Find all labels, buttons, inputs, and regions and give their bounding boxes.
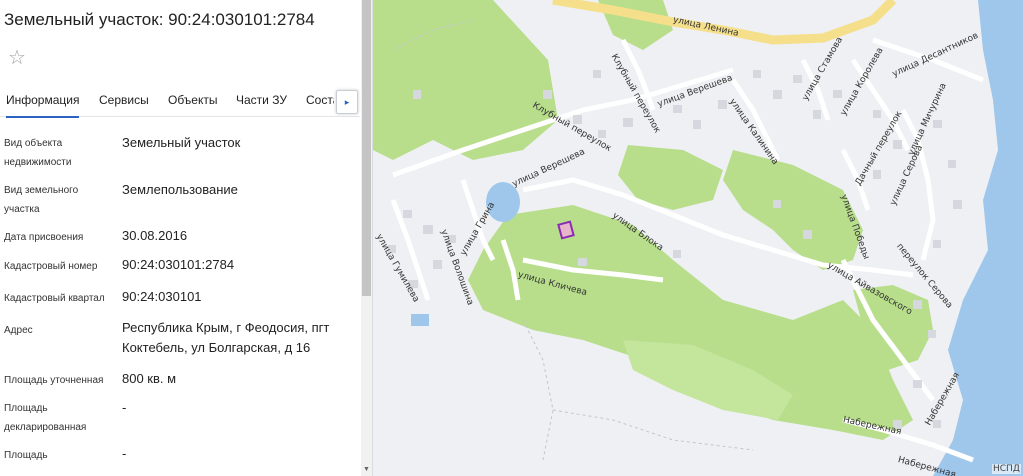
selected-parcel [557, 220, 575, 240]
tabs-next-arrow-icon[interactable]: ▸ [336, 90, 358, 114]
field-label-area: Площадь [4, 450, 48, 461]
field-value-cadastral-number: 90:24:030101:2784 [122, 257, 235, 272]
field-value-area: - [122, 446, 127, 461]
favorite-star-icon[interactable]: ☆ [8, 48, 26, 68]
field-label-land-type: Вид земельного участка [4, 185, 79, 215]
tab-objects[interactable]: Объекты [168, 93, 218, 107]
field-label-object-type: Вид объекта недвижимости [4, 138, 72, 168]
field-value-cadastral-quarter: 90:24:030101 [122, 289, 202, 304]
field-value-assign-date: 30.08.2016 [122, 228, 188, 243]
field-value-area-declared: - [122, 400, 127, 415]
field-label-address: Адрес [4, 325, 33, 336]
tab-services[interactable]: Сервисы [99, 93, 149, 107]
field-label-area-declared: Площадь декларированная [4, 403, 87, 433]
tab-information[interactable]: Информация [6, 93, 80, 118]
pool [411, 314, 429, 326]
field-value-address: Республика Крым, г Феодосия, пгт Коктебе… [122, 320, 330, 355]
field-value-area-specified: 800 кв. м [122, 371, 177, 386]
page-title: Земельный участок: 90:24:030101:2784 [4, 10, 315, 29]
field-label-area-specified: Площадь уточненная [4, 375, 104, 386]
map-attribution: НСПД [992, 464, 1021, 474]
info-panel: Земельный участок: 90:24:030101:2784 ☆ И… [0, 0, 373, 476]
field-value-land-type: Землепользование [122, 182, 238, 197]
tab-bar: Информация Сервисы Объекты Части ЗУ Сост… [0, 86, 360, 118]
field-label-cadastral-quarter: Кадастровый квартал [4, 293, 105, 304]
field-label-cadastral-number: Кадастровый номер [4, 261, 98, 272]
tab-land-parts[interactable]: Части ЗУ [236, 93, 287, 107]
tab-composition[interactable]: Соста [306, 93, 334, 107]
field-label-assign-date: Дата присвоения [4, 232, 84, 243]
scroll-down-arrow-icon[interactable]: ▼ [362, 466, 371, 473]
panel-scrollbar-thumb[interactable] [362, 0, 371, 296]
cadastral-map[interactable]: улица Ленина Клубный переулок Клубный пе… [373, 0, 1023, 476]
field-value-object-type: Земельный участок [122, 135, 241, 150]
